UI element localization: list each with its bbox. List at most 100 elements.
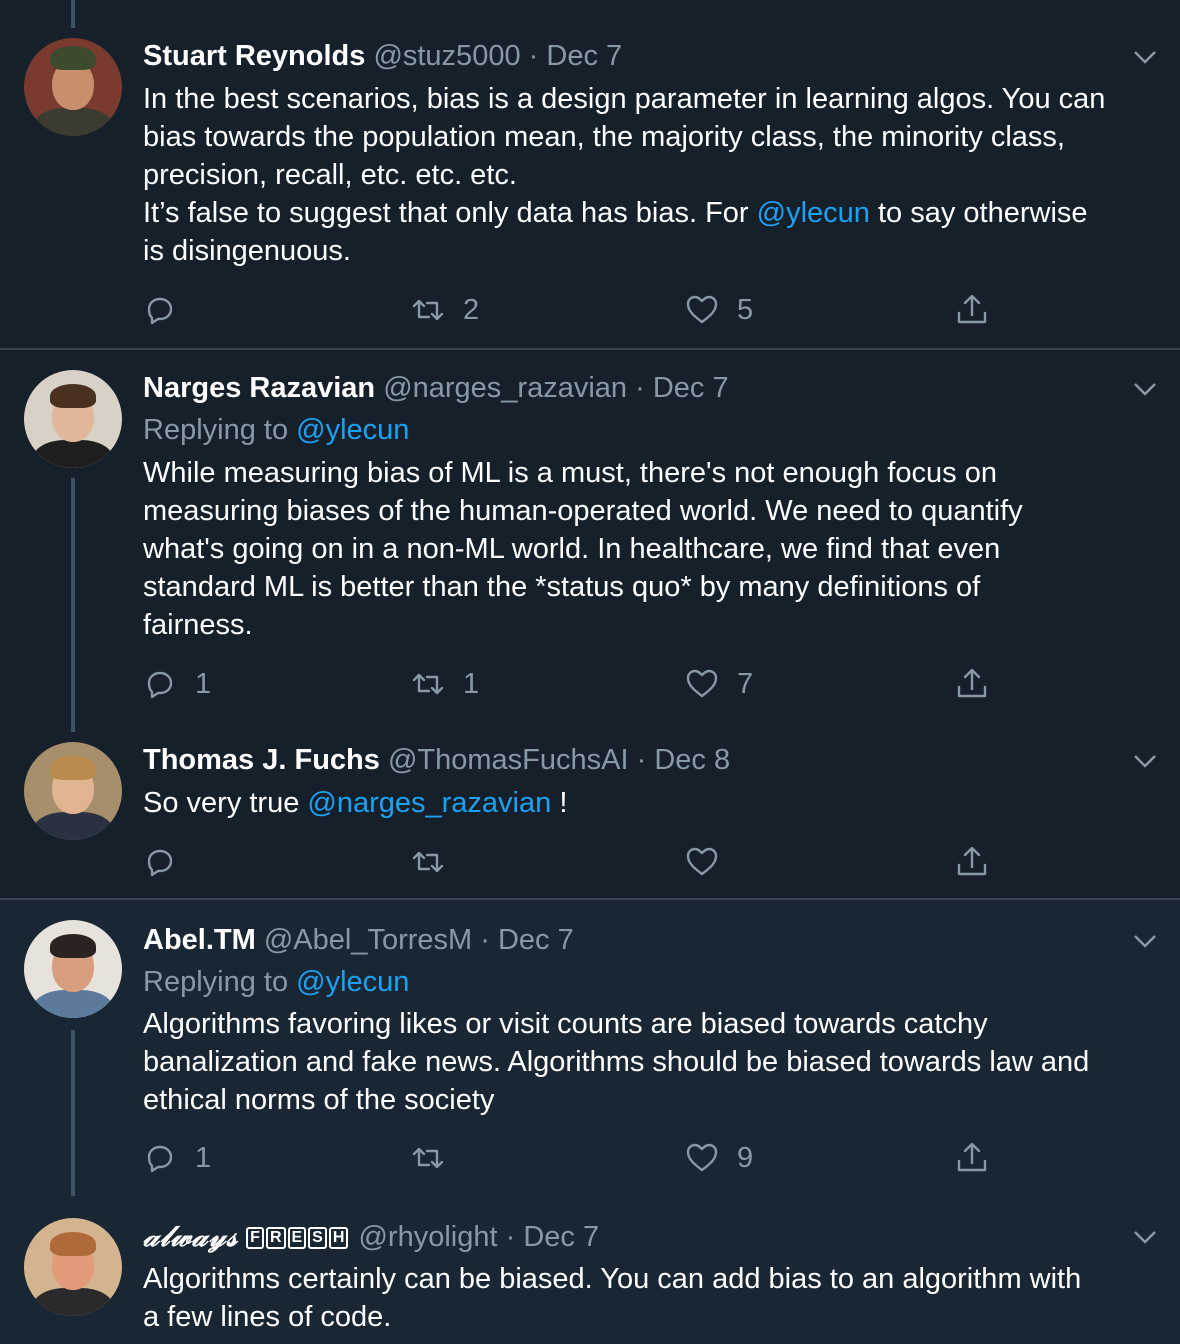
text-segment: ! xyxy=(551,787,568,819)
tweet[interactable]: Narges Razavian @narges_razavian · Dec 7… xyxy=(0,350,1180,730)
retweet-count: 2 xyxy=(463,293,480,326)
user-handle[interactable]: @stuz5000 xyxy=(373,40,520,72)
text-segment: So very true xyxy=(143,787,308,819)
reply-icon xyxy=(147,849,173,877)
retweet-count: 1 xyxy=(463,667,480,700)
text-segment: to say otherwise xyxy=(869,197,1088,229)
tweet-date[interactable]: Dec 7 xyxy=(546,40,622,72)
share-icon xyxy=(957,1142,987,1172)
chevron-down-icon[interactable] xyxy=(1132,48,1158,66)
tweet-date[interactable]: Dec 7 xyxy=(523,1221,599,1253)
share-button[interactable] xyxy=(955,842,989,882)
tweet-text-line: what's going on in a non-ML world. In he… xyxy=(143,533,1001,565)
like-button[interactable] xyxy=(685,842,737,882)
retweet-button[interactable]: 1 xyxy=(411,664,479,704)
user-handle[interactable]: @Abel_TorresM xyxy=(264,924,472,956)
like-button[interactable]: 7 xyxy=(685,664,753,704)
mention-link[interactable]: @ylecun xyxy=(757,197,870,229)
separator-dot: · xyxy=(505,1221,516,1253)
heart-icon xyxy=(686,1143,718,1172)
tweet[interactable]: Thomas J. Fuchs @ThomasFuchsAI · Dec 8 S… xyxy=(0,730,1180,898)
tweet-text-line: ethical norms of the society xyxy=(143,1084,495,1116)
avatar[interactable] xyxy=(24,38,122,136)
avatar[interactable] xyxy=(24,1218,122,1316)
avatar[interactable] xyxy=(24,742,122,840)
retweet-button[interactable]: 2 xyxy=(411,290,479,330)
tweet-header: 𝒶𝓁𝓌𝒶𝓎𝓈 FRESH @rhyolight · Dec 7 xyxy=(143,1218,599,1255)
tweet-text-line: is disingenuous. xyxy=(143,235,351,267)
tweet-text-line: While measuring bias of ML is a must, th… xyxy=(143,457,997,489)
retweet-icon xyxy=(412,299,444,321)
mention-link[interactable]: @ylecun xyxy=(296,966,409,998)
separator-dot: · xyxy=(480,924,490,956)
tweet-text-line: precision, recall, etc. etc. etc. xyxy=(143,159,517,191)
reply-button[interactable]: 1 xyxy=(143,664,211,704)
reply-button[interactable] xyxy=(143,290,195,330)
tweet-date[interactable]: Dec 7 xyxy=(498,924,574,956)
text-segment: It’s false to suggest that only data has… xyxy=(143,197,757,229)
mention-link[interactable]: @ylecun xyxy=(296,414,409,446)
chevron-down-icon[interactable] xyxy=(1132,1228,1158,1246)
tweet-text-line: In the best scenarios, bias is a design … xyxy=(143,83,1106,115)
tweet-text-line: measuring biases of the human-operated w… xyxy=(143,495,1023,527)
tweet[interactable]: 𝒶𝓁𝓌𝒶𝓎𝓈 FRESH @rhyolight · Dec 7 Algorith… xyxy=(0,1196,1180,1344)
share-button[interactable] xyxy=(955,290,989,330)
display-name[interactable]: Abel.TM xyxy=(143,924,256,956)
share-icon xyxy=(957,846,987,876)
user-handle[interactable]: @narges_razavian xyxy=(383,372,627,404)
avatar[interactable] xyxy=(24,920,122,1018)
tweet-text-line: bias towards the population mean, the ma… xyxy=(143,121,1065,153)
display-name[interactable]: Narges Razavian xyxy=(143,372,375,404)
display-name[interactable]: 𝒶𝓁𝓌𝒶𝓎𝓈 xyxy=(143,1219,238,1253)
reply-icon xyxy=(147,297,173,325)
share-icon xyxy=(957,294,987,324)
chevron-down-icon[interactable] xyxy=(1132,380,1158,398)
display-name[interactable]: Thomas J. Fuchs xyxy=(143,744,380,776)
display-name[interactable]: Stuart Reynolds xyxy=(143,40,365,72)
heart-icon xyxy=(686,295,718,324)
tweet-text-line: Algorithms favoring likes or visit count… xyxy=(143,1008,988,1040)
tweet-date[interactable]: Dec 8 xyxy=(654,744,730,776)
replying-prefix: Replying to xyxy=(143,414,297,446)
retweet-icon xyxy=(412,1147,444,1169)
reply-count: 1 xyxy=(195,667,212,700)
user-handle[interactable]: @ThomasFuchsAI xyxy=(388,744,629,776)
share-button[interactable] xyxy=(955,1138,989,1178)
mention-link[interactable]: @narges_razavian xyxy=(307,787,551,819)
tweet-text-line: Algorithms certainly can be biased. You … xyxy=(143,1263,1082,1295)
reply-button[interactable] xyxy=(143,842,195,882)
tweet-text-line: a few lines of code. xyxy=(143,1301,392,1333)
retweet-button[interactable] xyxy=(411,842,463,882)
retweet-icon xyxy=(412,673,444,695)
name-letter: R xyxy=(265,1227,286,1250)
like-count: 5 xyxy=(737,293,754,326)
tweet-text: Algorithms certainly can be biased. You … xyxy=(143,1260,1168,1336)
tweet[interactable]: Abel.TM @Abel_TorresM · Dec 7 Replying t… xyxy=(0,900,1180,1196)
thread-line xyxy=(71,1030,75,1208)
reply-icon xyxy=(147,671,173,699)
like-button[interactable]: 9 xyxy=(685,1138,753,1178)
like-button[interactable]: 5 xyxy=(685,290,753,330)
reply-button[interactable]: 1 xyxy=(143,1138,211,1178)
user-handle[interactable]: @rhyolight xyxy=(358,1221,497,1253)
avatar[interactable] xyxy=(24,370,122,468)
tweet-header: Stuart Reynolds @stuz5000 · Dec 7 xyxy=(143,38,622,74)
chevron-down-icon[interactable] xyxy=(1132,752,1158,770)
share-button[interactable] xyxy=(955,664,989,704)
tweet-header: Thomas J. Fuchs @ThomasFuchsAI · Dec 8 xyxy=(143,742,730,778)
name-letter: S xyxy=(308,1227,327,1250)
name-letter: H xyxy=(328,1227,349,1250)
replying-prefix: Replying to xyxy=(143,966,297,998)
tweet[interactable]: Stuart Reynolds @stuz5000 · Dec 7 In the… xyxy=(0,28,1180,348)
tweet-text-line: It’s false to suggest that only data has… xyxy=(143,194,1168,232)
tweet-actions: 2 5 xyxy=(143,290,1003,330)
tweet-date[interactable]: Dec 7 xyxy=(653,372,729,404)
name-letter: F xyxy=(246,1227,264,1250)
tweet-header: Narges Razavian @narges_razavian · Dec 7 xyxy=(143,370,729,406)
tweet-text: In the best scenarios, bias is a design … xyxy=(143,80,1168,270)
thread-line xyxy=(71,478,75,732)
separator-dot: · xyxy=(528,40,539,72)
retweet-button[interactable] xyxy=(411,1138,463,1178)
like-count: 7 xyxy=(737,667,754,700)
chevron-down-icon[interactable] xyxy=(1132,932,1158,950)
